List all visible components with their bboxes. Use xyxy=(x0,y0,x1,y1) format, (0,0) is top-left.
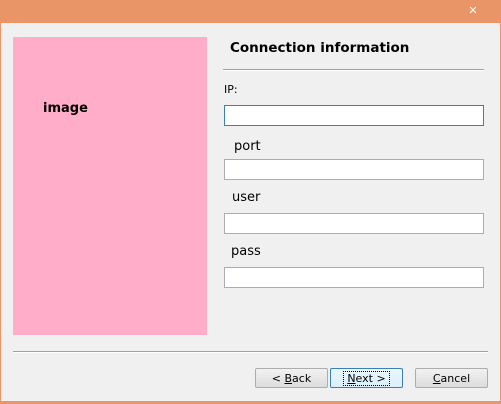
back-button[interactable]: < Back xyxy=(255,368,328,388)
next-button-label: Next > xyxy=(343,370,390,386)
image-placeholder-label: image xyxy=(43,101,88,116)
port-input[interactable] xyxy=(224,159,484,180)
page-title: Connection information xyxy=(230,40,410,56)
close-icon: ✕ xyxy=(468,3,478,17)
ip-input[interactable] xyxy=(224,105,484,126)
back-button-label: < Back xyxy=(271,371,312,385)
image-panel: image xyxy=(13,37,207,335)
user-input[interactable] xyxy=(224,213,484,234)
cancel-button[interactable]: Cancel xyxy=(415,368,488,388)
title-divider xyxy=(223,69,484,71)
wizard-window: ✕ image Connection information IP: port … xyxy=(0,0,501,404)
pass-label: pass xyxy=(231,244,261,259)
title-bar[interactable]: ✕ xyxy=(0,0,501,23)
next-button[interactable]: Next > xyxy=(330,368,403,388)
ip-label: IP: xyxy=(224,83,238,96)
button-divider xyxy=(13,351,488,353)
pass-input[interactable] xyxy=(224,267,484,288)
close-button[interactable]: ✕ xyxy=(450,0,496,20)
cancel-button-label: Cancel xyxy=(432,371,471,385)
wizard-page: image Connection information IP: port us… xyxy=(0,23,501,402)
port-label: port xyxy=(234,139,261,154)
user-label: user xyxy=(232,190,261,205)
